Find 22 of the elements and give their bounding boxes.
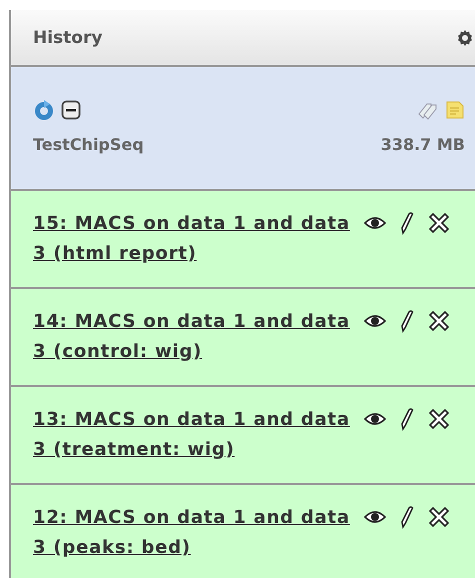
collapse-icon[interactable]	[61, 100, 81, 120]
refresh-icon[interactable]	[33, 99, 55, 121]
pencil-icon[interactable]	[400, 309, 414, 333]
delete-icon[interactable]	[428, 506, 450, 528]
eye-icon[interactable]	[364, 313, 386, 329]
delete-icon[interactable]	[428, 310, 450, 332]
dataset-title-link[interactable]: 15: MACS on data 1 and data 3 (html report)	[33, 209, 358, 269]
eye-icon[interactable]	[364, 509, 386, 525]
delete-icon[interactable]	[428, 212, 450, 234]
history-size: 338.7 MB	[380, 135, 465, 154]
eye-icon[interactable]	[364, 215, 386, 231]
pencil-icon[interactable]	[400, 505, 414, 529]
panel-title: History	[33, 28, 102, 48]
settings-icon[interactable]	[455, 28, 475, 48]
pencil-icon[interactable]	[400, 407, 414, 431]
delete-icon[interactable]	[428, 408, 450, 430]
dataset-title-link[interactable]: 14: MACS on data 1 and data 3 (control: wig)	[33, 307, 358, 367]
pencil-icon[interactable]	[400, 211, 414, 235]
dataset-title-link[interactable]: 12: MACS on data 1 and data 3 (peaks: bed)	[33, 503, 358, 563]
eye-icon[interactable]	[364, 411, 386, 427]
dataset-title-link[interactable]: 13: MACS on data 1 and data 3 (treatment: wig)	[33, 405, 358, 465]
history-name: TestChipSeq	[33, 135, 144, 154]
